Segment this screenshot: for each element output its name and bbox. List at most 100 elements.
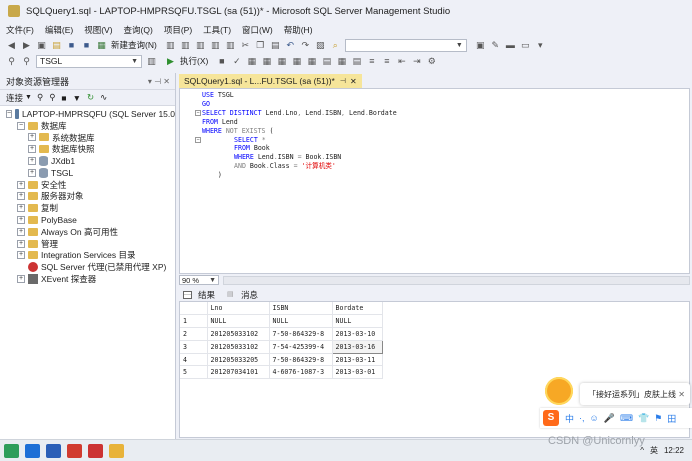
specify-values-icon[interactable]: ⚙ bbox=[426, 56, 437, 67]
collapse-region-icon[interactable]: − bbox=[195, 136, 201, 143]
ime-punctuation[interactable]: ·, bbox=[579, 413, 585, 423]
cell-lno[interactable]: 201207034101 bbox=[207, 365, 270, 380]
menu-tools[interactable]: 工具(T) bbox=[203, 24, 231, 36]
expand-toggle-icon[interactable]: + bbox=[17, 227, 25, 236]
column-header-lno[interactable]: Lno bbox=[207, 302, 270, 316]
menu-query[interactable]: 查询(Q) bbox=[124, 24, 153, 36]
cell-lno[interactable]: 201205033102 bbox=[207, 340, 270, 354]
database-select[interactable]: TSGL ▼ bbox=[36, 54, 142, 68]
results-to-text-icon[interactable]: ▤ bbox=[321, 56, 332, 67]
wps-icon[interactable] bbox=[67, 443, 82, 458]
tree-node[interactable]: + XEvent 探查器 bbox=[0, 273, 175, 285]
dax-query-icon[interactable]: ▥ bbox=[225, 40, 236, 51]
tree-node[interactable]: + Always On 高可用性 bbox=[0, 226, 175, 238]
menu-view[interactable]: 视图(V) bbox=[84, 24, 112, 36]
cell-isbn[interactable]: 7-50-864329-8 bbox=[269, 327, 333, 341]
tree-node[interactable]: + TSGL bbox=[0, 167, 175, 179]
app-icon-green[interactable] bbox=[4, 443, 19, 458]
row-number[interactable]: 2 bbox=[180, 327, 208, 341]
cell-bordate[interactable]: NULL bbox=[332, 314, 383, 329]
code-line[interactable]: FROM Lend bbox=[202, 118, 238, 127]
column-header-isbn[interactable]: ISBN bbox=[269, 302, 333, 316]
expand-toggle-icon[interactable]: − bbox=[17, 121, 25, 130]
close-icon[interactable]: ✕ bbox=[678, 390, 685, 399]
toolbox-icon[interactable]: ⚑ bbox=[654, 413, 662, 424]
tree-node[interactable]: + 服务器对象 bbox=[0, 191, 175, 203]
results-to-file-icon[interactable]: ▤ bbox=[351, 56, 362, 67]
properties-icon[interactable]: ✎ bbox=[490, 40, 501, 51]
tree-node[interactable]: + Integration Services 目录 bbox=[0, 250, 175, 262]
ime-mascot-icon[interactable] bbox=[545, 377, 573, 405]
new-query-button[interactable]: 新建查询(N) bbox=[111, 39, 157, 51]
live-stats-icon[interactable]: ▦ bbox=[291, 56, 302, 67]
solution-explorer-icon[interactable]: ▣ bbox=[475, 40, 486, 51]
client-stats-icon[interactable]: ▦ bbox=[306, 56, 317, 67]
expand-toggle-icon[interactable]: + bbox=[17, 192, 25, 201]
decrease-indent-icon[interactable]: ⇤ bbox=[396, 56, 407, 67]
analysis-icon[interactable]: ▥ bbox=[146, 56, 157, 67]
save-icon[interactable]: ■ bbox=[66, 40, 77, 51]
code-line[interactable]: AND Book.Class = '计算机类' bbox=[202, 162, 336, 171]
execute-icon[interactable]: ▶ bbox=[165, 56, 176, 67]
paste-icon[interactable]: ▤ bbox=[270, 40, 281, 51]
cell-bordate[interactable]: 2013-03-10 bbox=[332, 327, 383, 341]
cell-lno[interactable]: 201205033102 bbox=[207, 327, 270, 341]
query-designer-icon[interactable]: ▦ bbox=[261, 56, 272, 67]
code-line[interactable]: SELECT DISTINCT Lend.Lno, Lend.ISBN, Len… bbox=[202, 109, 397, 118]
tree-node[interactable]: + 安全性 bbox=[0, 179, 175, 191]
find-icon[interactable]: ⌕ bbox=[330, 40, 341, 51]
tree-node[interactable]: + 复制 bbox=[0, 202, 175, 214]
row-number[interactable]: 1 bbox=[180, 314, 208, 329]
comment-icon[interactable]: ≡ bbox=[366, 56, 377, 67]
column-header-bordate[interactable]: Bordate bbox=[332, 302, 383, 316]
tree-node[interactable]: − LAPTOP-HMPRSQFU (SQL Server 15.0 bbox=[0, 108, 175, 120]
expand-toggle-icon[interactable]: + bbox=[28, 157, 36, 166]
undo-icon[interactable]: ↶ bbox=[285, 40, 296, 51]
tab-messages[interactable]: ▤ 消息 bbox=[227, 289, 264, 301]
row-number[interactable]: 3 bbox=[180, 340, 208, 354]
tree-node[interactable]: − 数据库 bbox=[0, 120, 175, 132]
connect-icon[interactable]: ⚲ bbox=[6, 56, 17, 67]
xmla-query-icon[interactable]: ▥ bbox=[210, 40, 221, 51]
expand-toggle-icon[interactable]: + bbox=[28, 133, 36, 142]
save-all-icon[interactable]: ■ bbox=[81, 40, 92, 51]
code-line[interactable]: GO bbox=[202, 100, 210, 109]
expand-toggle-icon[interactable]: + bbox=[17, 251, 25, 260]
toolbox-icon[interactable]: ▬ bbox=[505, 40, 516, 51]
code-line[interactable]: WHERE NOT EXISTS ( bbox=[202, 127, 273, 136]
microphone-icon[interactable]: 🎤 bbox=[604, 413, 615, 424]
emoji-icon[interactable]: ☺ bbox=[590, 413, 599, 423]
sogou-logo-icon[interactable]: S bbox=[543, 410, 559, 426]
cell-lno[interactable]: 201205033205 bbox=[207, 353, 270, 367]
code-line[interactable]: USE TSGL bbox=[202, 91, 234, 100]
query-editor[interactable]: USE TSGL GO SELECT DISTINCT Lend.Lno, Lend… bbox=[179, 88, 690, 274]
close-icon[interactable]: ✕ bbox=[350, 77, 357, 86]
stop-icon[interactable]: ■ bbox=[61, 93, 66, 103]
cell-bordate[interactable]: 2013-03-01 bbox=[332, 365, 383, 380]
cell-bordate[interactable]: 2013-03-11 bbox=[332, 353, 383, 367]
copy-icon[interactable]: ❐ bbox=[255, 40, 266, 51]
open-file-icon[interactable]: ▤ bbox=[51, 40, 62, 51]
expand-toggle-icon[interactable]: + bbox=[17, 275, 25, 284]
tree-node[interactable]: + 系统数据库 bbox=[0, 132, 175, 144]
connect-object-icon[interactable]: ⚲ bbox=[37, 92, 43, 103]
expand-toggle-icon[interactable]: − bbox=[6, 109, 13, 118]
expand-toggle-icon[interactable]: + bbox=[28, 168, 36, 177]
terminal-icon[interactable]: ▭ bbox=[520, 40, 531, 51]
search-combo[interactable]: ▼ bbox=[344, 38, 467, 52]
row-number[interactable]: 4 bbox=[180, 353, 208, 367]
cell-isbn[interactable]: 7-50-864329-8 bbox=[269, 353, 333, 367]
back-icon[interactable]: ◀ bbox=[6, 40, 17, 51]
new-query-icon[interactable]: ▦ bbox=[96, 40, 107, 51]
refresh-icon[interactable]: ↻ bbox=[87, 92, 94, 103]
include-plan-icon[interactable]: ▦ bbox=[276, 56, 287, 67]
expand-toggle-icon[interactable]: + bbox=[17, 204, 25, 213]
mdx-query-icon[interactable]: ▥ bbox=[180, 40, 191, 51]
panel-pin-icon[interactable]: ▾ ⊣ ✕ bbox=[148, 77, 170, 86]
expand-toggle-icon[interactable]: + bbox=[17, 180, 25, 189]
parse-icon[interactable]: ✓ bbox=[231, 56, 242, 67]
skin-icon[interactable]: 👕 bbox=[638, 413, 649, 424]
redo-icon[interactable]: ↷ bbox=[300, 40, 311, 51]
app-icon-red[interactable] bbox=[88, 443, 103, 458]
activity-monitor-icon[interactable]: ∿ bbox=[100, 92, 107, 103]
